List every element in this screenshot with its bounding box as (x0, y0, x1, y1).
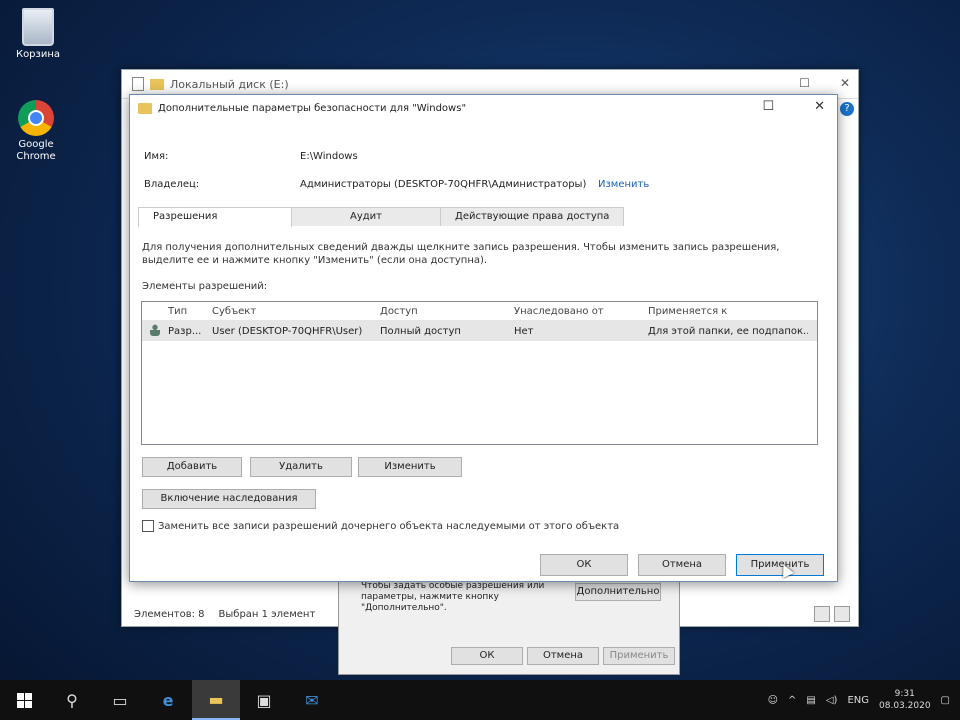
search-icon[interactable]: ⚲ (48, 680, 96, 720)
remove-button[interactable]: Удалить (250, 457, 352, 477)
ok-button[interactable]: ОК (540, 554, 628, 576)
name-value: E:\Windows (300, 151, 358, 162)
icons-view-button[interactable] (834, 606, 850, 622)
start-button[interactable] (0, 680, 48, 720)
folder-icon (150, 78, 164, 90)
desktop-icon-label: Корзина (15, 49, 61, 60)
help-icon[interactable]: ? (840, 102, 854, 116)
status-selected: Выбран 1 элемент (218, 609, 316, 620)
info-text: Для получения дополнительных сведений дв… (142, 242, 780, 266)
dialog-tabs: Разрешения Аудит Действующие права досту… (138, 207, 625, 227)
language-indicator[interactable]: ENG (847, 695, 869, 706)
view-toggle (814, 606, 850, 622)
cell-subject: User (DESKTOP-70QHFR\User) (212, 325, 363, 337)
status-items: Элементов: 8 (134, 609, 205, 620)
close-icon[interactable]: ✕ (814, 99, 825, 114)
column-subject[interactable]: Субъект (212, 306, 380, 317)
owner-change-link[interactable]: Изменить (598, 179, 649, 190)
cancel-button[interactable]: Отмена (638, 554, 726, 576)
explorer-status-bar: Элементов: 8 Выбран 1 элемент (134, 609, 315, 620)
owner-label: Владелец: (144, 179, 200, 190)
column-applies[interactable]: Применяется к (648, 306, 808, 317)
recycle-bin-icon (22, 8, 54, 46)
task-view-icon[interactable]: ▭ (96, 680, 144, 720)
desktop-icon-recycle-bin[interactable]: Корзина (8, 8, 68, 61)
replace-checkbox[interactable] (142, 520, 154, 532)
taskbar: ⚲ ▭ e ▬ ▣ ✉ ☺ ^ ▤ ◁) ENG 9:31 08.03.2020… (0, 680, 960, 720)
apply-button[interactable]: Применить (603, 647, 675, 665)
maximize-icon[interactable]: ☐ (762, 99, 774, 114)
list-header: Тип Субъект Доступ Унаследовано от Приме… (142, 302, 817, 321)
file-explorer-icon[interactable]: ▬ (192, 680, 240, 720)
dialog-window-controls: ☐ ✕ (762, 99, 825, 114)
properties-dialog: Чтобы задать особые разрешения или парам… (338, 576, 680, 675)
add-button[interactable]: Добавить (142, 457, 242, 477)
name-label: Имя: (144, 151, 169, 162)
user-icon (150, 323, 160, 336)
dialog-title: Дополнительные параметры безопасности дл… (158, 102, 467, 114)
cell-applies: Для этой папки, ее подпапок... (648, 325, 808, 337)
clock-date: 08.03.2020 (879, 701, 931, 711)
people-icon[interactable]: ☺ (768, 695, 778, 706)
chevron-up-icon[interactable]: ^ (788, 695, 796, 706)
maximize-icon[interactable]: ☐ (799, 76, 810, 90)
chrome-icon (18, 100, 54, 136)
explorer-window-controls: ☐ ✕ (799, 76, 850, 90)
tab-effective-access[interactable]: Действующие права доступа (440, 207, 625, 226)
details-view-button[interactable] (814, 606, 830, 622)
replace-checkbox-label: Заменить все записи разрешений дочернего… (158, 520, 620, 532)
replace-child-permissions[interactable]: Заменить все записи разрешений дочернего… (142, 520, 619, 532)
advanced-security-dialog: Дополнительные параметры безопасности дл… (129, 94, 838, 582)
ok-button[interactable]: ОК (451, 647, 523, 665)
desktop-icon-label: Google Chrome (16, 139, 56, 162)
cell-inherited: Нет (514, 325, 534, 337)
properties-hint: Чтобы задать особые разрешения или парам… (361, 581, 545, 613)
column-type[interactable]: Тип (168, 306, 212, 317)
enable-inheritance-button[interactable]: Включение наследования (142, 489, 316, 509)
store-icon[interactable]: ▣ (240, 680, 288, 720)
dialog-title-bar: Дополнительные параметры безопасности дл… (130, 95, 837, 121)
mail-icon[interactable]: ✉ (288, 680, 336, 720)
explorer-title: Локальный диск (E:) (170, 77, 289, 91)
network-icon[interactable]: ▤ (806, 695, 815, 706)
cell-access: Полный доступ (380, 325, 461, 337)
clock-time: 9:31 (894, 689, 915, 699)
windows-logo-icon (16, 692, 32, 708)
quick-access-icon (132, 77, 144, 91)
volume-icon[interactable]: ◁) (826, 695, 838, 706)
cancel-button[interactable]: Отмена (527, 647, 599, 665)
close-icon[interactable]: ✕ (840, 76, 850, 90)
column-access[interactable]: Доступ (380, 306, 514, 317)
tab-permissions[interactable]: Разрешения (138, 207, 292, 227)
clock[interactable]: 9:31 08.03.2020 (879, 688, 931, 712)
system-tray: ☺ ^ ▤ ◁) ENG 9:31 08.03.2020 ▢ (768, 680, 960, 720)
entries-label: Элементы разрешений: (142, 281, 268, 292)
table-row[interactable]: Разр... User (DESKTOP-70QHFR\User) Полны… (142, 321, 817, 341)
edit-button[interactable]: Изменить (358, 457, 462, 477)
owner-value: Администраторы (DESKTOP-70QHFR\Администр… (300, 179, 587, 190)
notifications-icon[interactable]: ▢ (941, 695, 950, 706)
column-inherited[interactable]: Унаследовано от (514, 306, 648, 317)
desktop-icon-chrome[interactable]: Google Chrome (6, 100, 66, 163)
permission-entries-list[interactable]: Тип Субъект Доступ Унаследовано от Приме… (141, 301, 818, 445)
advanced-button[interactable]: Дополнительно (575, 583, 661, 601)
edge-icon[interactable]: e (144, 680, 192, 720)
folder-icon (138, 102, 152, 114)
tab-audit[interactable]: Аудит (291, 207, 441, 226)
cell-type: Разр... (168, 325, 202, 337)
